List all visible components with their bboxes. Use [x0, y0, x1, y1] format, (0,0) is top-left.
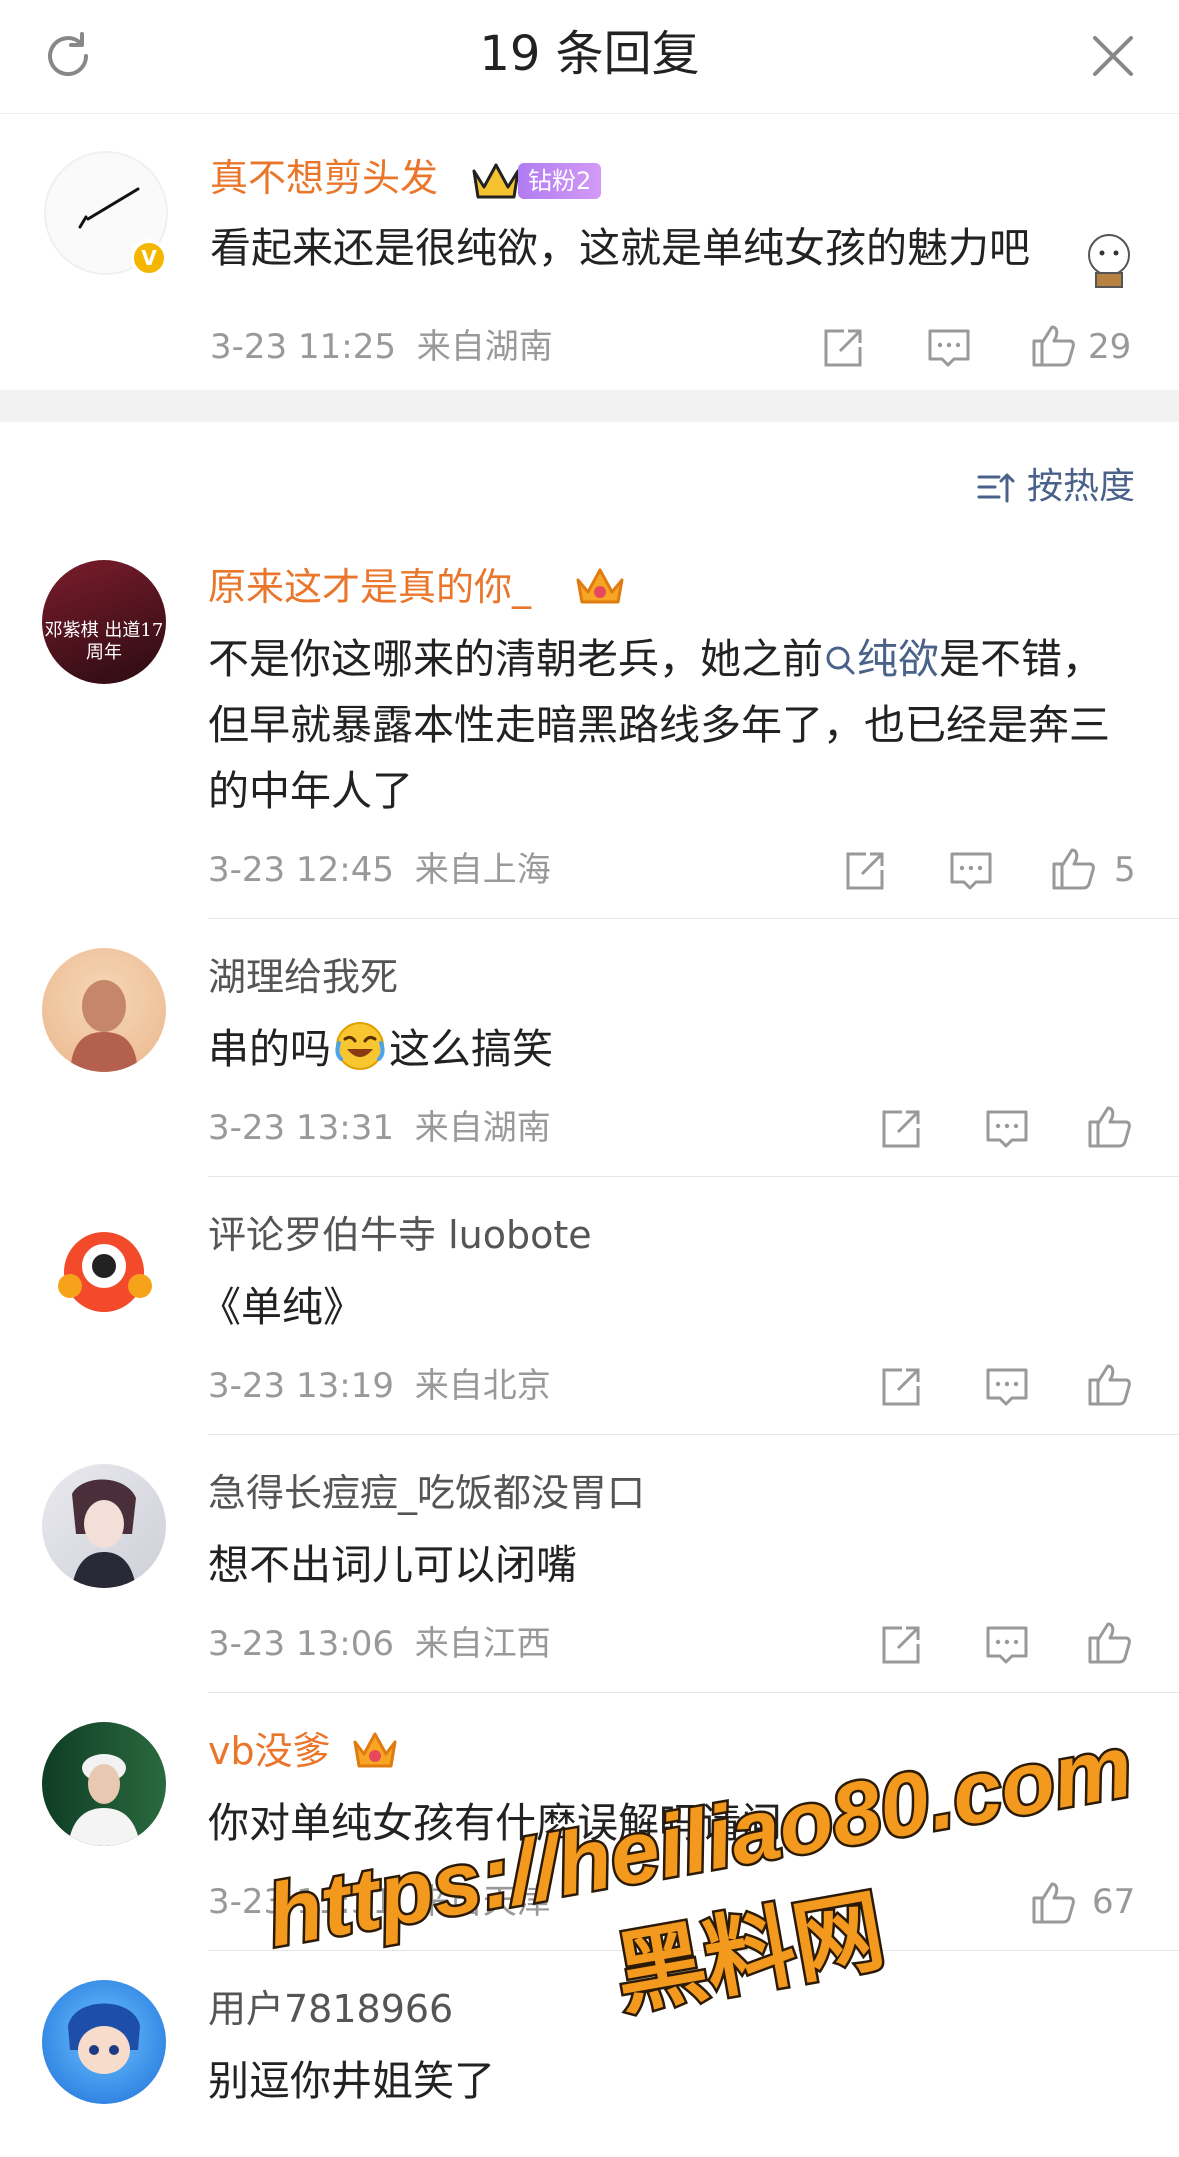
username[interactable]: 湖理给我死 — [208, 954, 398, 1000]
share-icon[interactable] — [876, 1620, 926, 1670]
comment-location: 来自湖南 — [416, 327, 553, 367]
like-count: 5 — [1114, 850, 1136, 890]
like-icon[interactable] — [1048, 844, 1098, 894]
reply-icon[interactable] — [982, 1104, 1032, 1154]
sticker-icon — [1088, 234, 1130, 288]
avatar-mascot-icon — [58, 1232, 152, 1312]
like-icon[interactable] — [1084, 1102, 1134, 1152]
divider — [208, 1950, 1179, 1951]
search-icon — [826, 646, 855, 675]
root-comment: V 真不想剪头发 钻粉2 看起来还是很纯欲，这就是单纯女孩的魅力吧 3-23 1… — [0, 115, 1179, 390]
username[interactable]: 真不想剪头发 — [210, 155, 438, 201]
comment-meta: 3-23 12:45 来自上海 — [208, 848, 551, 892]
divider — [208, 1176, 1179, 1177]
comment-time: 3-23 11:25 — [210, 327, 396, 367]
avatar[interactable] — [42, 1980, 166, 2104]
divider — [208, 1692, 1179, 1693]
share-icon[interactable] — [876, 1104, 926, 1154]
comment-text: 想不出词儿可以闭嘴 — [208, 1541, 577, 1589]
comment-meta: 3-23 11:25 来自湖南 — [210, 325, 553, 369]
section-gap — [0, 390, 1179, 422]
comment-location: 来自上海 — [414, 850, 551, 890]
crown-icon — [353, 1732, 397, 1768]
close-icon[interactable] — [1087, 30, 1139, 82]
comment-time: 3-23 11:31 — [208, 1882, 394, 1922]
comment-time: 3-23 13:19 — [208, 1366, 394, 1406]
like-count: 67 — [1092, 1882, 1136, 1922]
watermark-site-name: 黑料网 — [608, 1878, 892, 2028]
comment-location: 来自湖南 — [414, 1108, 551, 1148]
comment-text: 你对单纯女孩有什麽误解吗请问 — [208, 1799, 782, 1847]
comment-time: 3-23 13:31 — [208, 1108, 394, 1148]
sort-icon — [977, 473, 1015, 503]
comment-meta: 3-23 11:31 来自天津 — [208, 1880, 551, 1924]
reply-icon[interactable] — [982, 1620, 1032, 1670]
comment-text: 《单纯》 — [200, 1283, 364, 1331]
page-title: 19 条回复 — [479, 26, 700, 82]
laughing-emoji-icon — [335, 1022, 385, 1070]
comment-text: 不是你这哪来的清朝老兵，她之前 纯欲是不错，但早就暴露本性走暗黑路线多年了，也已经… — [208, 626, 1128, 824]
like-count: 29 — [1088, 327, 1132, 367]
divider — [208, 1434, 1179, 1435]
comment-text-part: 串的吗 — [208, 1025, 331, 1073]
username[interactable]: 急得长痘痘_吃饭都没胃口 — [208, 1470, 645, 1516]
share-icon[interactable] — [876, 1362, 926, 1412]
topic-link[interactable]: 纯欲 — [823, 635, 939, 683]
avatar-anime-icon — [72, 1479, 136, 1588]
avatar-person-icon — [68, 1754, 140, 1846]
reply-icon[interactable] — [946, 846, 996, 896]
like-icon[interactable] — [1084, 1618, 1134, 1668]
comment-text: 串的吗 这么搞笑 — [208, 1016, 553, 1082]
comment-text-part: 不是你这哪来的清朝老兵，她之前 — [208, 635, 823, 683]
share-icon[interactable] — [840, 846, 890, 896]
reply-icon[interactable] — [924, 323, 974, 373]
username[interactable]: 原来这才是真的你_ — [208, 564, 531, 610]
reply-icon[interactable] — [982, 1362, 1032, 1412]
like-icon[interactable] — [1084, 1360, 1134, 1410]
like-icon[interactable] — [1028, 1878, 1078, 1928]
divider — [208, 918, 1179, 919]
username[interactable]: vb没爹 — [208, 1728, 331, 1774]
comment-text: 看起来还是很纯欲，这就是单纯女孩的魅力吧 — [210, 224, 1030, 272]
comment-text-part: 这么搞笑 — [389, 1025, 553, 1073]
comment-location: 来自江西 — [414, 1624, 551, 1664]
avatar[interactable] — [42, 1722, 166, 1846]
top-bar: 19 条回复 — [0, 0, 1179, 114]
comment-location: 来自天津 — [414, 1882, 551, 1922]
avatar-caption: 邓紫棋 出道17周年 — [44, 620, 164, 663]
avatar[interactable] — [42, 1206, 166, 1330]
crown-icon — [576, 568, 624, 604]
comment-time: 3-23 13:06 — [208, 1624, 394, 1664]
verified-badge-icon: V — [130, 239, 168, 277]
comment-text: 别逗你井姐笑了 — [208, 2057, 495, 2105]
avatar-anime-icon — [68, 2003, 140, 2074]
fan-level-badge: 钻粉2 — [518, 163, 602, 199]
avatar-portrait-icon — [70, 980, 138, 1072]
share-icon[interactable] — [818, 323, 868, 373]
topic-label: 纯欲 — [857, 635, 939, 683]
comment-meta: 3-23 13:06 来自江西 — [208, 1622, 551, 1666]
comment-meta: 3-23 13:31 来自湖南 — [208, 1106, 551, 1150]
username[interactable]: 评论罗伯牛寺 luobote — [208, 1212, 592, 1258]
username[interactable]: 用户7818966 — [208, 1986, 453, 2032]
avatar[interactable] — [42, 948, 166, 1072]
like-icon[interactable] — [1028, 321, 1078, 371]
avatar[interactable]: 邓紫棋 出道17周年 — [42, 560, 166, 684]
comment-meta: 3-23 13:19 来自北京 — [208, 1364, 551, 1408]
crown-icon — [472, 163, 520, 199]
avatar[interactable] — [42, 1464, 166, 1588]
sort-label: 按热度 — [1026, 466, 1135, 507]
comment-location: 来自北京 — [414, 1366, 551, 1406]
sort-toggle[interactable]: 按热度 — [975, 462, 1135, 512]
comment-time: 3-23 12:45 — [208, 850, 394, 890]
